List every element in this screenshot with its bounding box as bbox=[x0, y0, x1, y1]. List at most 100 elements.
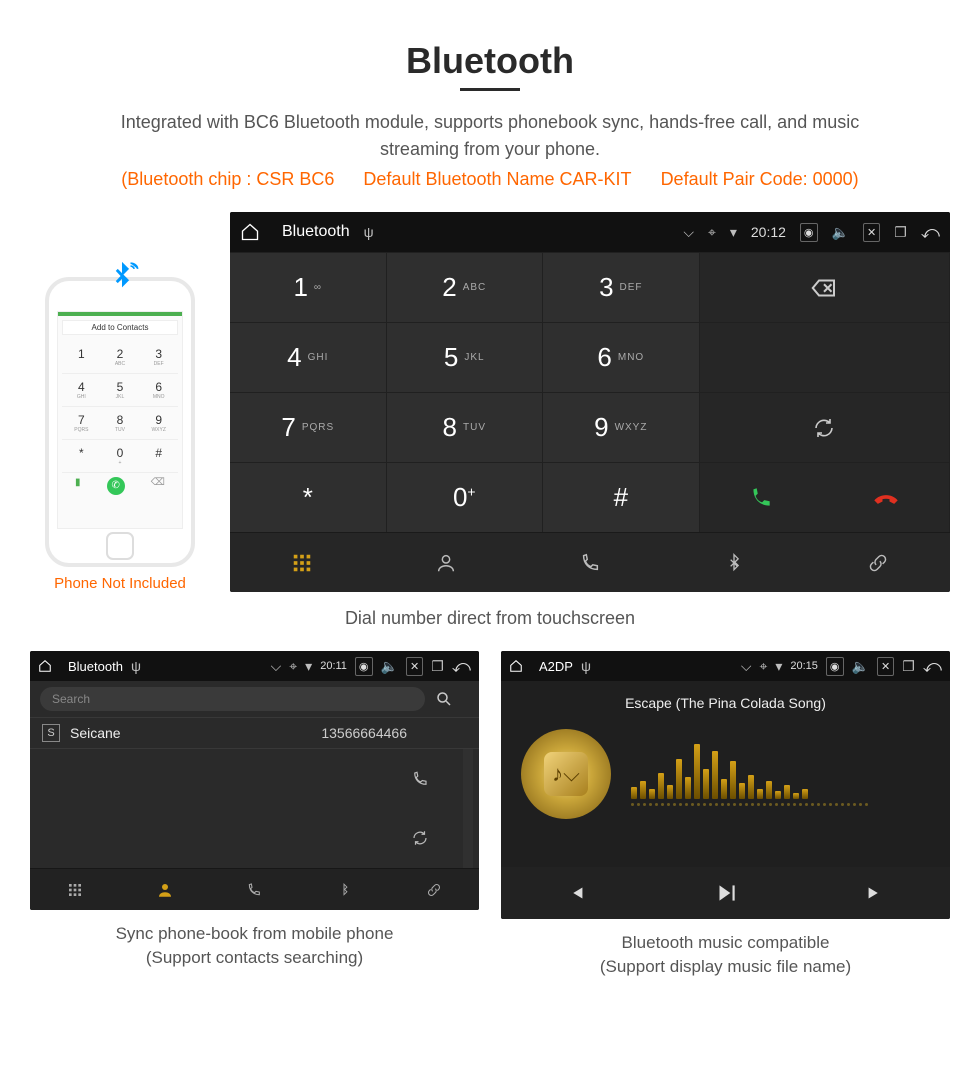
home-icon[interactable] bbox=[38, 659, 52, 673]
tab-pair[interactable] bbox=[389, 869, 479, 910]
spec-chip: (Bluetooth chip : CSR BC6 bbox=[121, 169, 334, 189]
back-icon[interactable]: ⤺ bbox=[452, 656, 471, 677]
phone-home-button bbox=[106, 532, 134, 560]
phone-key-4: 4GHI bbox=[62, 374, 101, 407]
sync-icon[interactable] bbox=[411, 829, 429, 847]
status-bar: A2DP ψ ⌵ ⌖ ▾ 20:15 ◉ 🔈 ✕ ❐ ⤺ bbox=[501, 651, 950, 681]
bluetooth-icon: ⌵ bbox=[271, 658, 282, 675]
bluetooth-icon: ⌵ bbox=[683, 224, 694, 241]
title-underline bbox=[460, 88, 520, 91]
prev-track-button[interactable] bbox=[501, 867, 651, 919]
wifi-icon: ▾ bbox=[305, 658, 312, 675]
dial-key-8[interactable]: 8TUV bbox=[387, 392, 544, 462]
play-pause-button[interactable] bbox=[651, 867, 801, 919]
status-time: 20:15 bbox=[790, 660, 818, 672]
spec-code: Default Pair Code: 0000) bbox=[661, 169, 859, 189]
end-call-button[interactable] bbox=[872, 484, 900, 512]
home-icon[interactable] bbox=[509, 659, 523, 673]
call-button[interactable] bbox=[748, 485, 774, 511]
tab-contacts[interactable] bbox=[120, 869, 210, 910]
tab-pair[interactable] bbox=[806, 533, 950, 592]
home-icon[interactable] bbox=[240, 222, 260, 242]
music-screen: A2DP ψ ⌵ ⌖ ▾ 20:15 ◉ 🔈 ✕ ❐ ⤺ Escape (The… bbox=[501, 651, 950, 919]
tab-dialpad[interactable] bbox=[30, 869, 120, 910]
tab-contacts[interactable] bbox=[374, 533, 518, 592]
dialer-screen: Bluetooth ψ ⌵ ⌖ ▾ 20:12 ◉ 🔈 ✕ ❐ ⤺ 1∞2ABC… bbox=[230, 212, 950, 592]
tab-bluetooth[interactable] bbox=[662, 533, 806, 592]
dial-key-3[interactable]: 3DEF bbox=[543, 252, 700, 322]
album-art: ♪⌵ bbox=[521, 729, 611, 819]
backspace-button[interactable] bbox=[700, 252, 950, 322]
subtitle: Integrated with BC6 Bluetooth module, su… bbox=[80, 109, 900, 163]
dial-key-4[interactable]: 4GHI bbox=[230, 322, 387, 392]
contact-number: 13566664466 bbox=[321, 725, 407, 741]
dial-key-0[interactable]: 0+ bbox=[387, 462, 544, 532]
camera-icon[interactable]: ◉ bbox=[826, 657, 844, 676]
tab-call-log[interactable] bbox=[518, 533, 662, 592]
search-input[interactable]: Search bbox=[40, 687, 425, 711]
contact-initial: S bbox=[42, 724, 60, 742]
contacts-screen: Bluetooth ψ ⌵ ⌖ ▾ 20:11 ◉ 🔈 ✕ ❐ ⤺ Search bbox=[30, 651, 479, 910]
contact-row[interactable]: S Seicane 13566664466 bbox=[30, 717, 479, 748]
status-title: A2DP bbox=[539, 659, 573, 674]
location-icon: ⌖ bbox=[289, 658, 297, 675]
dial-key-5[interactable]: 5JKL bbox=[387, 322, 544, 392]
contacts-list-body bbox=[30, 748, 479, 868]
volume-icon[interactable]: 🔈 bbox=[381, 658, 398, 675]
volume-icon[interactable]: 🔈 bbox=[832, 224, 849, 241]
recent-apps-icon[interactable]: ❐ bbox=[431, 658, 444, 675]
phone-key-5: 5JKL bbox=[101, 374, 140, 407]
tab-bluetooth[interactable] bbox=[299, 869, 389, 910]
dial-key-1[interactable]: 1∞ bbox=[230, 252, 387, 322]
close-icon[interactable]: ✕ bbox=[863, 223, 880, 242]
status-bar: Bluetooth ψ ⌵ ⌖ ▾ 20:12 ◉ 🔈 ✕ ❐ ⤺ bbox=[230, 212, 950, 252]
recent-apps-icon[interactable]: ❐ bbox=[902, 658, 915, 675]
music-note-icon: ♪⌵ bbox=[544, 752, 588, 796]
phone-key-8: 8TUV bbox=[101, 407, 140, 440]
phone-key-1: 1 bbox=[62, 341, 101, 374]
phone-add-contacts: Add to Contacts bbox=[62, 320, 178, 335]
phone-mockup: Add to Contacts 12ABC3DEF4GHI5JKL6MNO7PQ… bbox=[45, 277, 195, 567]
status-title: Bluetooth bbox=[68, 659, 123, 674]
dial-key-9[interactable]: 9WXYZ bbox=[543, 392, 700, 462]
volume-icon[interactable]: 🔈 bbox=[852, 658, 869, 675]
camera-icon[interactable]: ◉ bbox=[355, 657, 373, 676]
dial-key-7[interactable]: 7PQRS bbox=[230, 392, 387, 462]
bluetooth-icon: ⌵ bbox=[741, 658, 752, 675]
location-icon: ⌖ bbox=[759, 658, 767, 675]
tab-dialpad[interactable] bbox=[230, 533, 374, 592]
tab-bar bbox=[230, 532, 950, 592]
wifi-icon: ▾ bbox=[775, 658, 782, 675]
back-icon[interactable]: ⤺ bbox=[923, 656, 942, 677]
status-title: Bluetooth bbox=[282, 223, 350, 241]
tab-call-log[interactable] bbox=[210, 869, 300, 910]
next-track-button[interactable] bbox=[800, 867, 950, 919]
close-icon[interactable]: ✕ bbox=[877, 657, 894, 676]
dialer-caption: Dial number direct from touchscreen bbox=[30, 608, 950, 629]
alpha-scroll[interactable] bbox=[463, 749, 473, 868]
swap-button[interactable] bbox=[700, 392, 950, 462]
location-icon: ⌖ bbox=[708, 224, 716, 241]
recent-apps-icon[interactable]: ❐ bbox=[894, 224, 907, 241]
dial-key-2[interactable]: 2ABC bbox=[387, 252, 544, 322]
phone-key-#: # bbox=[139, 440, 178, 473]
search-icon[interactable] bbox=[435, 690, 469, 708]
camera-icon[interactable]: ◉ bbox=[800, 223, 818, 242]
specs-line: (Bluetooth chip : CSR BC6 Default Blueto… bbox=[30, 169, 950, 190]
bluetooth-signal-icon bbox=[105, 259, 139, 293]
dial-key-*[interactable]: * bbox=[230, 462, 387, 532]
wifi-icon: ▾ bbox=[730, 224, 737, 241]
phone-key-0: 0+ bbox=[101, 440, 140, 473]
song-title: Escape (The Pina Colada Song) bbox=[501, 695, 950, 711]
close-icon[interactable]: ✕ bbox=[406, 657, 423, 676]
spec-name: Default Bluetooth Name CAR-KIT bbox=[363, 169, 631, 189]
music-caption: Bluetooth music compatible (Support disp… bbox=[501, 931, 950, 979]
dial-key-#[interactable]: # bbox=[543, 462, 700, 532]
phone-key-9: 9WXYZ bbox=[139, 407, 178, 440]
call-actions bbox=[700, 462, 950, 532]
dial-key-6[interactable]: 6MNO bbox=[543, 322, 700, 392]
usb-icon: ψ bbox=[581, 658, 591, 674]
call-icon[interactable] bbox=[411, 770, 429, 788]
status-bar: Bluetooth ψ ⌵ ⌖ ▾ 20:11 ◉ 🔈 ✕ ❐ ⤺ bbox=[30, 651, 479, 681]
back-icon[interactable]: ⤺ bbox=[921, 222, 940, 243]
